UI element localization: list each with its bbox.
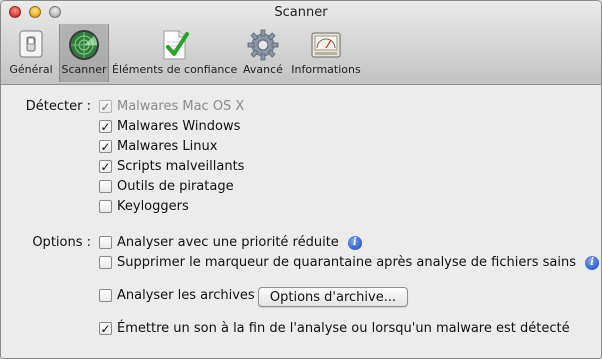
- detect-label: Détecter :: [25, 99, 91, 114]
- detect-linux-label: Malwares Linux: [117, 139, 218, 154]
- archives-checkbox[interactable]: [99, 289, 112, 302]
- info-icon[interactable]: i: [584, 255, 599, 270]
- low-priority-label: Analyser avec une priorité réduite: [117, 235, 339, 250]
- gear-icon: [247, 29, 279, 61]
- toolbar-item-scanner[interactable]: Scanner: [59, 24, 109, 82]
- detect-scripts-checkbox-row[interactable]: ✓ Scripts malveillants: [99, 159, 244, 174]
- detect-hacktools-checkbox[interactable]: [99, 180, 112, 193]
- detect-keyloggers-label: Keyloggers: [117, 199, 189, 214]
- info-icon[interactable]: i: [347, 235, 362, 250]
- detect-scripts-label: Scripts malveillants: [117, 159, 245, 174]
- archive-options-button[interactable]: Options d'archive...: [258, 287, 408, 307]
- archives-checkbox-row[interactable]: Analyser les archives: [99, 288, 255, 303]
- detect-windows-checkbox-row[interactable]: ✓ Malwares Windows: [99, 119, 240, 134]
- title-bar: Scanner Général Scanner Éléments de conf…: [1, 1, 601, 85]
- scanner-panel: Détecter : ✓ Malwares Mac OS X ✓ Malware…: [1, 85, 601, 358]
- toolbar-label-scanner: Scanner: [61, 63, 107, 76]
- toolbar-item-general[interactable]: Général: [7, 24, 55, 82]
- toolbar-label-advanced: Avancé: [243, 63, 283, 76]
- options-label: Options :: [32, 235, 91, 250]
- detect-linux-checkbox-row[interactable]: ✓ Malwares Linux: [99, 139, 217, 154]
- gauge-icon: [311, 32, 341, 58]
- switch-icon: [19, 30, 43, 58]
- archives-label: Analyser les archives: [117, 288, 255, 303]
- detect-scripts-checkbox[interactable]: ✓: [99, 160, 112, 173]
- radar-icon: [69, 30, 99, 60]
- quarantine-label: Supprimer le marqueur de quarantaine apr…: [117, 255, 576, 270]
- toolbar-label-general: Général: [9, 63, 53, 76]
- detect-macos-checkbox[interactable]: ✓: [99, 100, 112, 113]
- sound-checkbox-row[interactable]: ✓ Émettre un son à la fin de l'analyse o…: [99, 321, 570, 336]
- toolbar-label-trusted: Éléments de confiance: [112, 63, 238, 76]
- toolbar-item-trusted[interactable]: Éléments de confiance: [112, 24, 238, 82]
- preferences-window: Scanner Général Scanner Éléments de conf…: [0, 0, 602, 359]
- quarantine-checkbox[interactable]: [99, 256, 112, 269]
- detect-linux-checkbox[interactable]: ✓: [99, 140, 112, 153]
- detect-keyloggers-checkbox-row[interactable]: Keyloggers: [99, 199, 189, 214]
- detect-hacktools-checkbox-row[interactable]: Outils de piratage: [99, 179, 234, 194]
- toolbar-item-information[interactable]: Informations: [290, 24, 362, 82]
- low-priority-checkbox[interactable]: [99, 236, 112, 249]
- detect-macos-checkbox-row[interactable]: ✓ Malwares Mac OS X: [99, 99, 244, 114]
- sound-label: Émettre un son à la fin de l'analyse ou …: [117, 321, 570, 336]
- toolbar-label-information: Informations: [291, 63, 361, 76]
- detect-hacktools-label: Outils de piratage: [117, 179, 234, 194]
- detect-windows-checkbox[interactable]: ✓: [99, 120, 112, 133]
- sound-checkbox[interactable]: ✓: [99, 322, 112, 335]
- detect-windows-label: Malwares Windows: [117, 119, 241, 134]
- window-title: Scanner: [274, 5, 328, 20]
- document-check-icon: [163, 30, 189, 60]
- detect-macos-label: Malwares Mac OS X: [117, 99, 245, 114]
- low-priority-checkbox-row[interactable]: Analyser avec une priorité réduite i: [99, 235, 362, 250]
- toolbar-item-advanced[interactable]: Avancé: [239, 24, 287, 82]
- quarantine-checkbox-row[interactable]: Supprimer le marqueur de quarantaine apr…: [99, 255, 599, 270]
- detect-keyloggers-checkbox[interactable]: [99, 200, 112, 213]
